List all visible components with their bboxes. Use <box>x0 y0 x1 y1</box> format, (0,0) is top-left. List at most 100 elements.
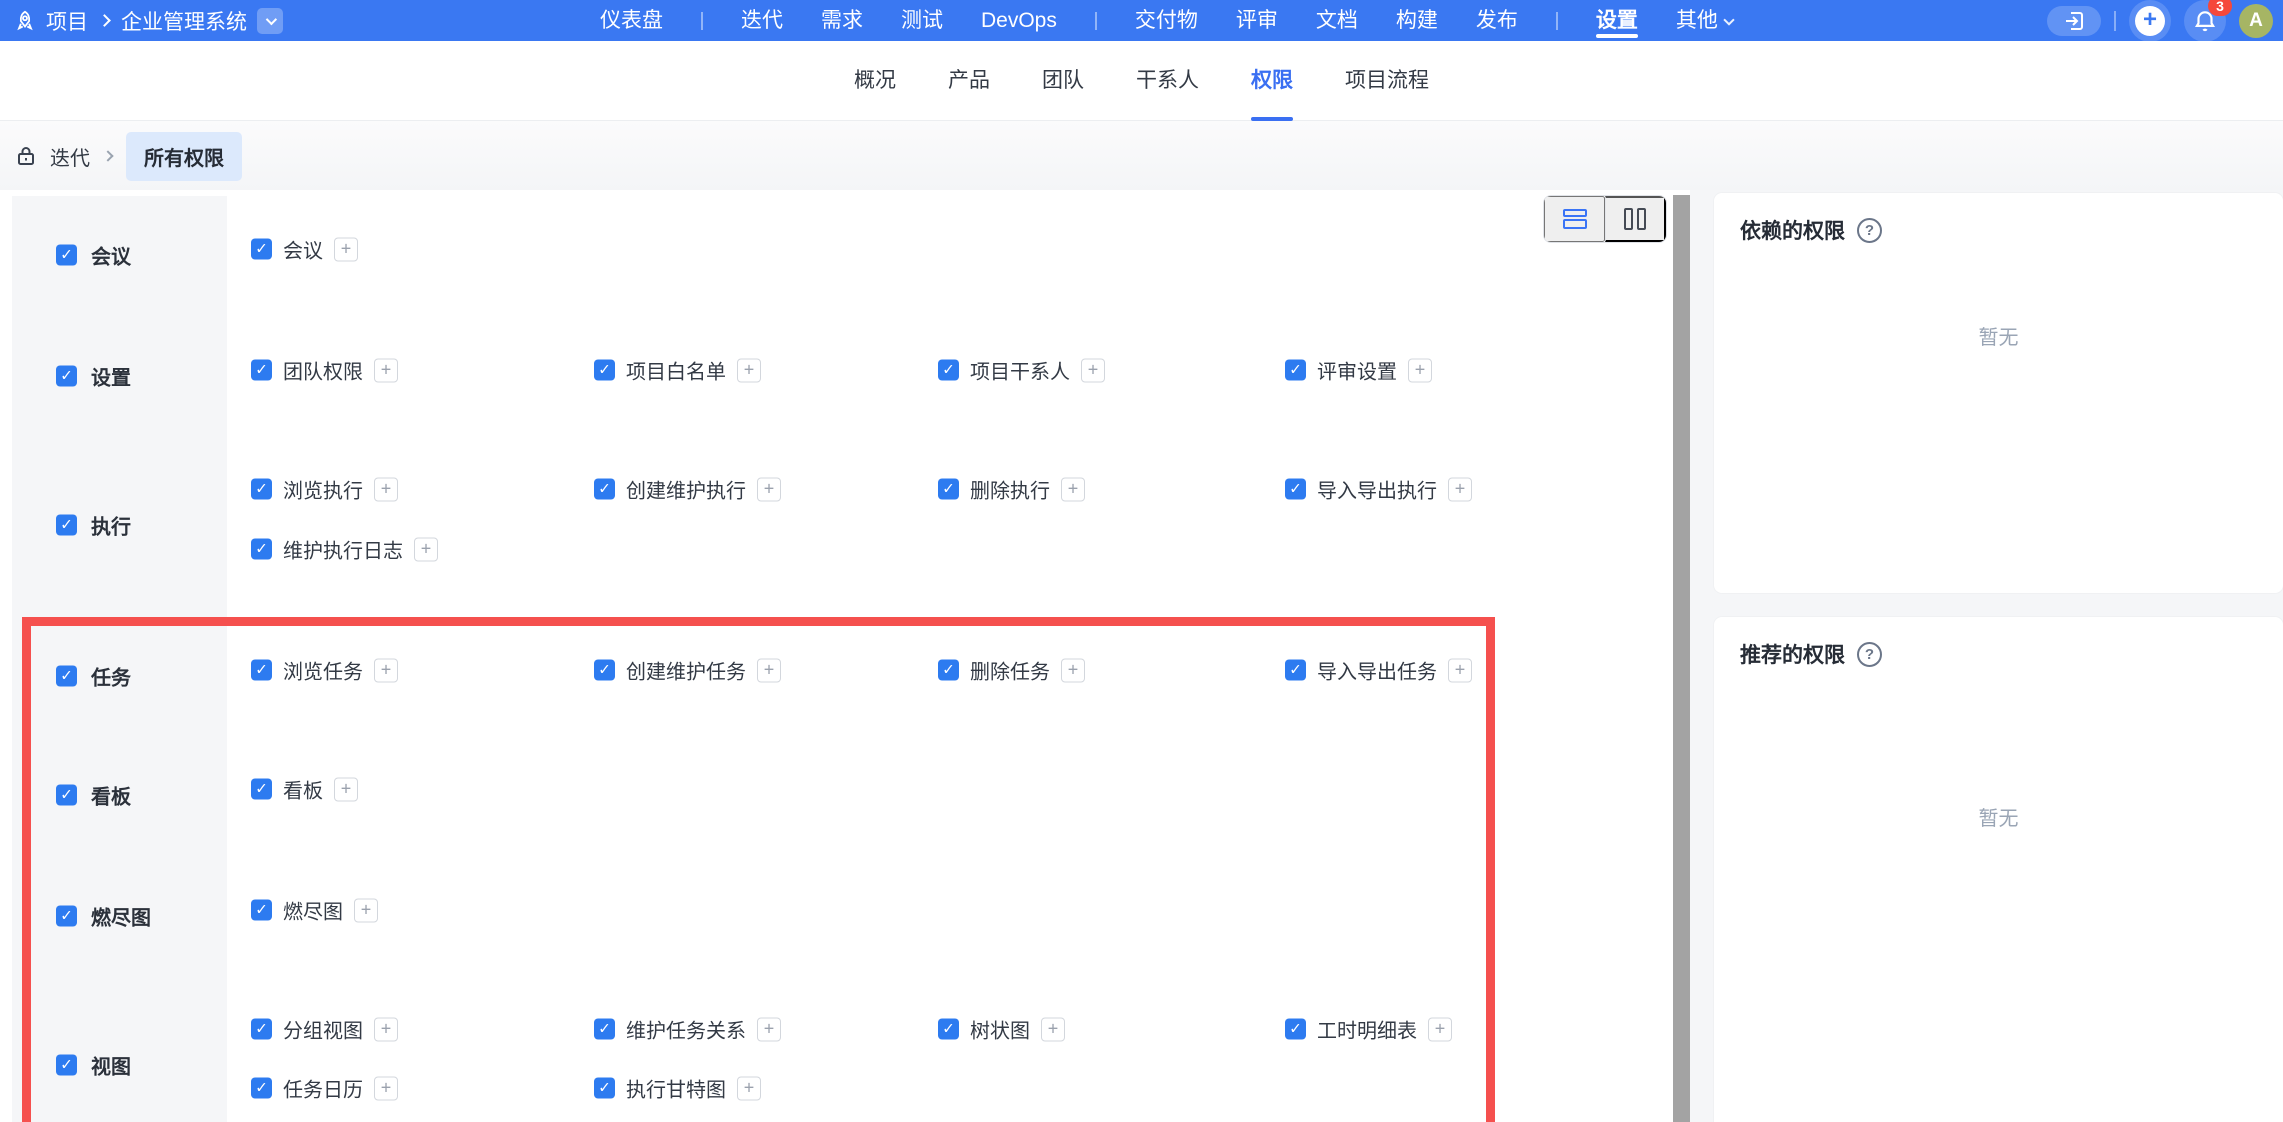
product-label[interactable]: 项目 <box>46 6 88 36</box>
nav-item-仪表盘[interactable]: 仪表盘 <box>600 0 663 41</box>
checkbox-checked[interactable] <box>1285 1019 1306 1040</box>
nav-item-需求[interactable]: 需求 <box>821 0 863 41</box>
permission-label: 项目白名单 <box>626 356 726 385</box>
create-button[interactable] <box>2129 0 2171 42</box>
project-name[interactable]: 企业管理系统 <box>121 6 247 36</box>
nav-item-交付物[interactable]: 交付物 <box>1135 0 1198 41</box>
add-permission-button[interactable] <box>1061 658 1085 682</box>
tab-项目流程[interactable]: 项目流程 <box>1345 41 1429 121</box>
checkbox-checked[interactable] <box>251 539 272 560</box>
settings-tabs: 概况产品团队干系人权限项目流程 <box>0 41 2283 121</box>
checkbox-checked[interactable] <box>251 479 272 500</box>
add-permission-button[interactable] <box>1081 358 1105 382</box>
add-permission-button[interactable] <box>354 898 378 922</box>
checkbox-checked[interactable] <box>594 1078 615 1099</box>
checkbox-checked[interactable] <box>251 1078 272 1099</box>
checkbox-checked[interactable] <box>251 239 272 260</box>
checkbox-checked[interactable] <box>56 666 77 687</box>
checkbox-checked[interactable] <box>1285 479 1306 500</box>
layout-columns-button[interactable] <box>1605 196 1666 242</box>
permission-item-树状图: 树状图 <box>938 1015 1065 1044</box>
add-permission-button[interactable] <box>757 477 781 501</box>
add-permission-button[interactable] <box>374 477 398 501</box>
checkbox-checked[interactable] <box>56 785 77 806</box>
add-permission-button[interactable] <box>374 658 398 682</box>
checkbox-checked[interactable] <box>251 1019 272 1040</box>
tab-产品[interactable]: 产品 <box>948 41 990 121</box>
user-avatar[interactable]: A <box>2239 4 2273 38</box>
checkbox-checked[interactable] <box>938 1019 959 1040</box>
notifications-button[interactable]: 3 <box>2184 0 2226 42</box>
permission-item-维护执行日志: 维护执行日志 <box>251 535 438 564</box>
checkbox-checked[interactable] <box>938 660 959 681</box>
checkbox-checked[interactable] <box>251 360 272 381</box>
checkbox-checked[interactable] <box>251 660 272 681</box>
checkbox-checked[interactable] <box>594 479 615 500</box>
checkbox-checked[interactable] <box>938 360 959 381</box>
add-permission-button[interactable] <box>374 358 398 382</box>
tab-权限[interactable]: 权限 <box>1251 41 1293 121</box>
nav-item-构建[interactable]: 构建 <box>1396 0 1438 41</box>
add-permission-button[interactable] <box>1448 658 1472 682</box>
add-permission-button[interactable] <box>757 1017 781 1041</box>
project-switcher-button[interactable] <box>257 8 283 34</box>
vertical-scrollbar[interactable] <box>1673 195 1690 1122</box>
enter-icon <box>2062 9 2086 33</box>
checkbox-checked[interactable] <box>938 479 959 500</box>
permission-label: 会议 <box>283 235 323 264</box>
add-permission-button[interactable] <box>1061 477 1085 501</box>
add-permission-button[interactable] <box>1408 358 1432 382</box>
nav-item-其他[interactable]: 其他 <box>1676 0 1733 41</box>
layout-rows-button[interactable] <box>1544 196 1605 242</box>
checkbox-checked[interactable] <box>594 660 615 681</box>
tab-团队[interactable]: 团队 <box>1042 41 1084 121</box>
nav-divider <box>1095 12 1097 30</box>
checkbox-checked[interactable] <box>594 360 615 381</box>
permission-item-任务日历: 任务日历 <box>251 1074 398 1103</box>
chevron-right-icon <box>98 14 111 27</box>
nav-item-评审[interactable]: 评审 <box>1236 0 1278 41</box>
nav-item-发布[interactable]: 发布 <box>1476 0 1518 41</box>
tab-概况[interactable]: 概况 <box>854 41 896 121</box>
checkbox-checked[interactable] <box>251 900 272 921</box>
permission-label: 维护执行日志 <box>283 535 403 564</box>
add-permission-button[interactable] <box>334 237 358 261</box>
rows-layout-icon <box>1563 209 1587 229</box>
checkbox-checked[interactable] <box>56 515 77 536</box>
help-icon[interactable] <box>1857 218 1882 243</box>
permission-label: 浏览执行 <box>283 475 363 504</box>
breadcrumb-current[interactable]: 所有权限 <box>126 132 242 181</box>
checkbox-checked[interactable] <box>1285 360 1306 381</box>
add-permission-button[interactable] <box>737 1076 761 1100</box>
panel-title: 推荐的权限 <box>1740 639 1845 669</box>
checkbox-checked[interactable] <box>56 366 77 387</box>
add-permission-button[interactable] <box>414 537 438 561</box>
nav-item-迭代[interactable]: 迭代 <box>741 0 783 41</box>
add-permission-button[interactable] <box>334 777 358 801</box>
checkbox-checked[interactable] <box>251 779 272 800</box>
breadcrumb-context[interactable]: 迭代 <box>50 142 90 171</box>
group-label: 设置 <box>91 362 131 391</box>
sign-in-button[interactable] <box>2047 6 2101 36</box>
permission-item-创建维护任务: 创建维护任务 <box>594 656 781 685</box>
checkbox-checked[interactable] <box>1285 660 1306 681</box>
help-icon[interactable] <box>1857 642 1882 667</box>
add-permission-button[interactable] <box>1448 477 1472 501</box>
nav-item-DevOps[interactable]: DevOps <box>981 0 1057 41</box>
add-permission-button[interactable] <box>1041 1017 1065 1041</box>
checkbox-checked[interactable] <box>56 245 77 266</box>
checkbox-checked[interactable] <box>56 906 77 927</box>
app-window: 项目 企业管理系统 仪表盘迭代需求测试DevOps交付物评审文档构建发布设置其他 <box>0 0 2283 1122</box>
add-permission-button[interactable] <box>757 658 781 682</box>
nav-item-测试[interactable]: 测试 <box>901 0 943 41</box>
add-permission-button[interactable] <box>374 1017 398 1041</box>
checkbox-checked[interactable] <box>56 1055 77 1076</box>
checkbox-checked[interactable] <box>594 1019 615 1040</box>
add-permission-button[interactable] <box>374 1076 398 1100</box>
tab-干系人[interactable]: 干系人 <box>1136 41 1199 121</box>
rocket-icon <box>14 10 36 32</box>
nav-item-设置[interactable]: 设置 <box>1596 0 1638 41</box>
add-permission-button[interactable] <box>1428 1017 1452 1041</box>
nav-item-文档[interactable]: 文档 <box>1316 0 1358 41</box>
add-permission-button[interactable] <box>737 358 761 382</box>
